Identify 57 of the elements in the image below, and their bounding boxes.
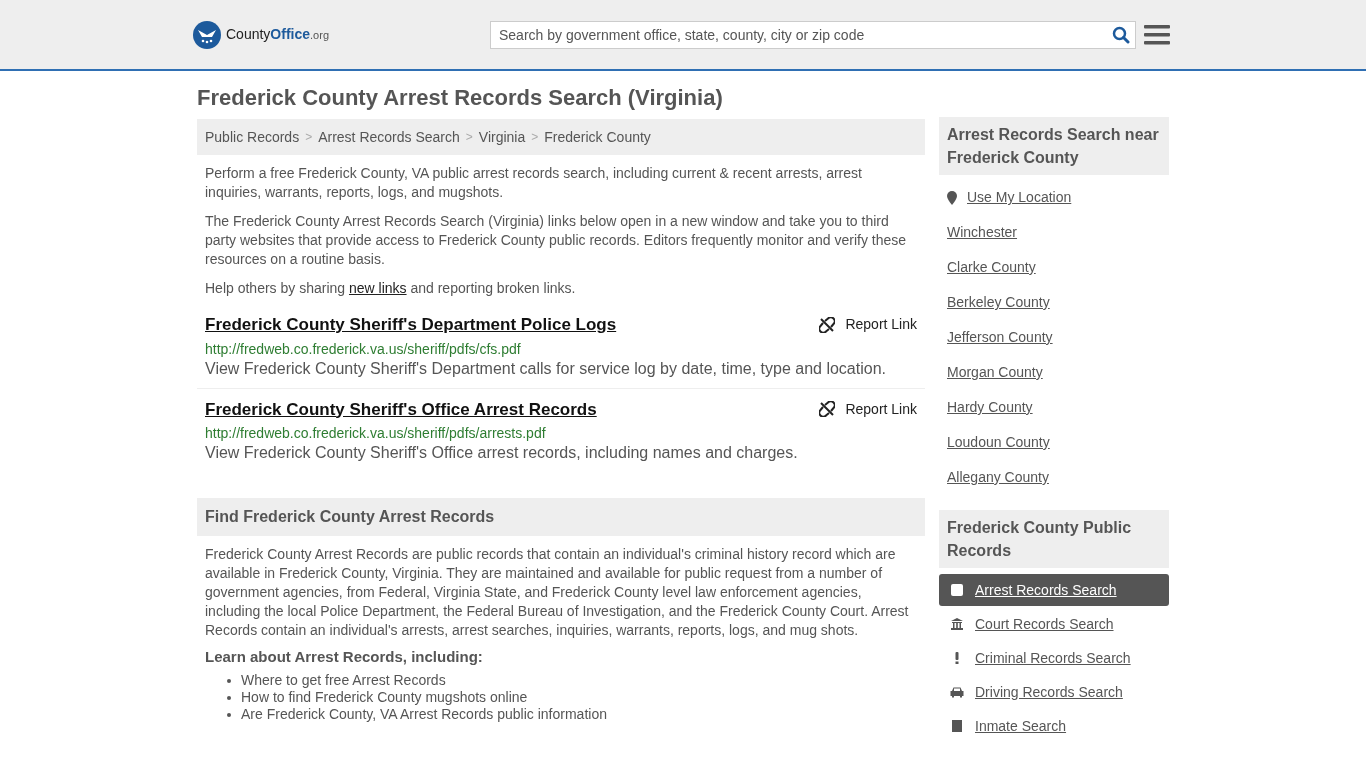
resource-link[interactable]: Frederick County Sheriff's Department Police Logs — [205, 312, 617, 338]
broken-link-icon — [819, 401, 836, 418]
resource-description: View Frederick County Sheriff's Department calls for service log by date, time, type and location. — [205, 358, 887, 379]
separator-icon: > — [305, 128, 313, 146]
bullet-icon — [227, 712, 231, 717]
badge-icon — [950, 719, 964, 733]
records-nav-item[interactable]: Driving Records Search — [939, 676, 1169, 708]
broken-link-icon — [819, 316, 836, 333]
breadcrumb-link[interactable]: Arrest Records Search — [318, 126, 460, 148]
new-links-link[interactable]: new links — [348, 280, 407, 296]
resource-url: http://fredweb.co.frederick.va.us/sheriff/pdfs/cfs.pdf — [205, 339, 522, 358]
records-nav-item[interactable]: Criminal Records Search — [939, 642, 1169, 674]
records-nav-item[interactable]: Court Records Search — [939, 608, 1169, 640]
separator-icon: > — [531, 128, 539, 146]
records-nav-item[interactable]: Inmate Search — [939, 710, 1169, 742]
separator-icon: > — [465, 128, 473, 146]
nearby-link[interactable]: Jefferson County — [947, 327, 1161, 348]
breadcrumb-link[interactable]: Frederick County — [544, 126, 651, 148]
section-paragraph: Frederick County Arrest Records are public records that contain an individual's criminal history record which are available in Frederick County, Virginia. They are maintained and available for public request from a number of government agencies, from Federal, Virginia State, and Frederick County level law enforcement agencies, including the local Police Department, the Federal Bureau of Investigation, and the Frederick County Court. Arrest Records contain an individual's arrests, arrest searches, inquiries, warrants, reports, logs, and mug shots. — [204, 545, 910, 640]
menu-icon[interactable] — [1144, 23, 1170, 46]
resource-description: View Frederick County Sheriff's Office arrest records, including names and charges. — [205, 443, 799, 463]
map-pin-icon — [947, 190, 957, 205]
bullet-icon — [227, 678, 231, 683]
sidebar-heading: Frederick County Public Records — [939, 510, 1169, 568]
nearby-link[interactable]: Berkeley County — [947, 292, 1161, 313]
records-nav-item[interactable]: Arrest Records Search — [939, 574, 1169, 606]
use-location-link[interactable]: Use My Location — [947, 187, 1161, 208]
nearby-link[interactable]: Clarke County — [947, 257, 1161, 278]
bank-icon — [950, 617, 964, 631]
bullet-text: How to find Frederick County mugshots online — [241, 689, 528, 706]
logo-text[interactable]: CountyOffice.org — [226, 24, 329, 45]
logo-icon — [192, 19, 222, 50]
subheading: Learn about Arrest Records, including: — [204, 648, 484, 666]
report-link-button[interactable]: Report Link — [819, 314, 917, 336]
share-text: Help others by sharing new links and reporting broken links. — [205, 279, 577, 298]
page-title: Frederick County Arrest Records Search (Virginia) — [197, 85, 724, 111]
search-field[interactable]: Search by government office, state, county, city or zip code — [490, 20, 1136, 49]
intro-paragraph: Perform a free Frederick County, VA public arrest records search, including current & recent arrests, arrest inquiries, warrants, reports, logs, and mugshots. — [205, 164, 863, 202]
nearby-link[interactable]: Winchester — [947, 222, 1161, 243]
report-link-button[interactable]: Report Link — [819, 398, 917, 420]
resource-url: http://fredweb.co.frederick.va.us/sheriff/pdfs/arrests.pdf — [205, 424, 547, 442]
resource-link[interactable]: Frederick County Sheriff's Office Arrest Records — [205, 396, 597, 422]
nearby-link[interactable]: Allegany County — [947, 467, 1161, 488]
nearby-link[interactable]: Morgan County — [947, 362, 1161, 383]
nearby-link[interactable]: Hardy County — [947, 397, 1161, 418]
section-heading: Find Frederick County Arrest Records — [197, 498, 925, 536]
sidebar-heading: Arrest Records Search near Frederick County — [939, 117, 1169, 175]
search-icon[interactable] — [1112, 25, 1130, 44]
bullet-text: Are Frederick County, VA Arrest Records public information — [241, 706, 607, 723]
nearby-link[interactable]: Loudoun County — [947, 432, 1161, 453]
bullet-text: Where to get free Arrest Records — [241, 672, 446, 689]
intro-paragraph: The Frederick County Arrest Records Search (Virginia) links below open in a new window and take you to third party websites that provide access to Frederick County public records. Editors frequently monitor and verify these resources on a routine basis. — [205, 212, 908, 269]
breadcrumb-link[interactable]: Public Records — [205, 126, 300, 148]
square-icon — [950, 583, 964, 597]
breadcrumb-link[interactable]: Virginia — [478, 126, 526, 148]
car-icon — [949, 685, 965, 699]
bullet-icon — [227, 695, 231, 700]
